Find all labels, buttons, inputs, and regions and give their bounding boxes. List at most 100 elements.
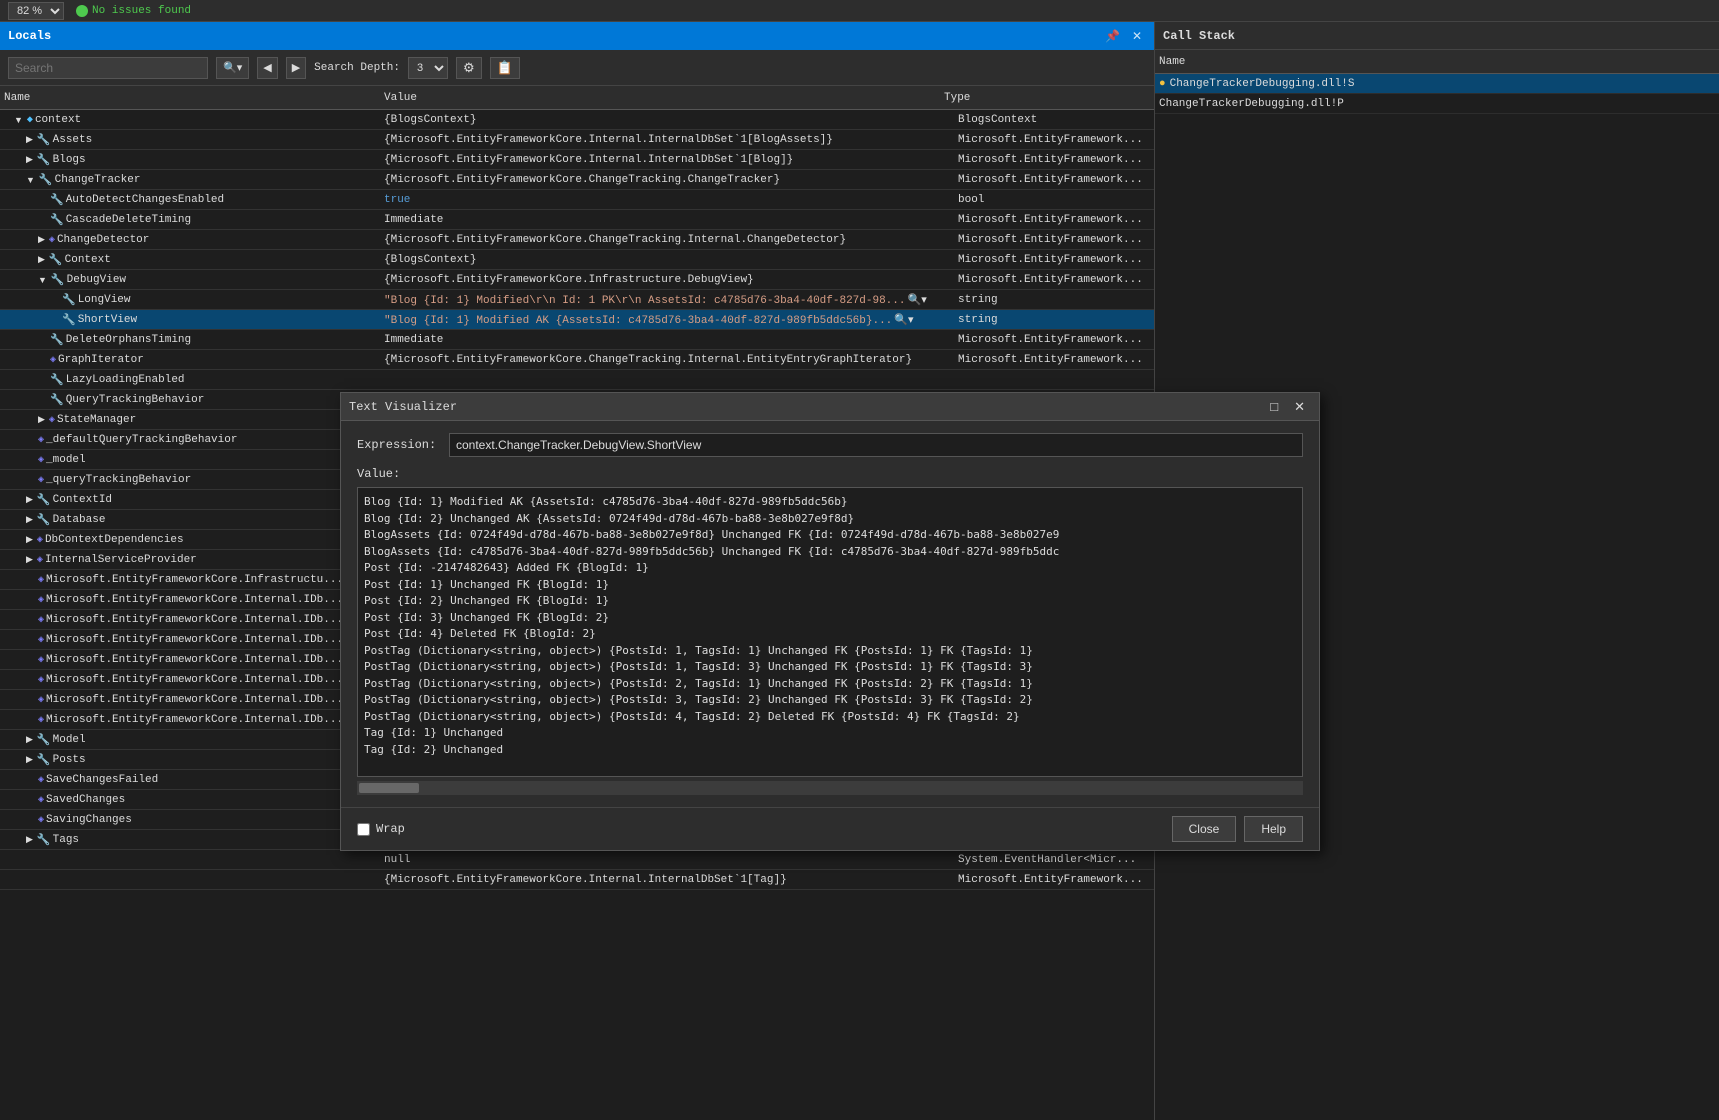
wrench-icon: 🔧 xyxy=(37,133,51,147)
row-value-cell: null xyxy=(380,854,954,866)
table-row[interactable]: 🔧 ShortView"Blog {Id: 1} Modified AK {As… xyxy=(0,310,1154,330)
expand-btn[interactable]: ▶ xyxy=(24,134,35,145)
table-row[interactable]: 🔧 DeleteOrphansTimingImmediateMicrosoft.… xyxy=(0,330,1154,350)
nav-back-btn[interactable]: ◀ xyxy=(257,57,277,79)
row-name-text: ChangeDetector xyxy=(57,234,149,246)
row-type-cell: string xyxy=(954,294,1154,306)
search-button[interactable]: 🔍▾ xyxy=(216,57,249,79)
table-row[interactable]: ▼🔧 ChangeTracker{Microsoft.EntityFramewo… xyxy=(0,170,1154,190)
table-row[interactable]: {Microsoft.EntityFrameworkCore.Internal.… xyxy=(0,870,1154,890)
wrench-icon: 🔧 xyxy=(37,753,51,767)
expand-btn[interactable]: ▶ xyxy=(24,834,35,845)
callstack-row[interactable]: ●ChangeTrackerDebugging.dll!S xyxy=(1155,74,1719,94)
expand-btn[interactable]: ▼ xyxy=(24,175,37,185)
close-btn[interactable]: Close xyxy=(1172,816,1237,842)
text-visualizer-modal[interactable]: Text Visualizer □ ✕ Expression: Value: xyxy=(340,392,1320,851)
row-name-text: Microsoft.EntityFrameworkCore.Infrastruc… xyxy=(46,574,343,586)
expand-btn[interactable]: ▶ xyxy=(24,514,35,525)
row-value-cell: {BlogsContext} xyxy=(380,114,954,126)
row-name-cell: ▶🔧 Assets xyxy=(0,133,380,147)
expression-input[interactable] xyxy=(449,433,1303,457)
table-row[interactable]: 🔧 LazyLoadingEnabled xyxy=(0,370,1154,390)
row-name-text: _defaultQueryTrackingBehavior xyxy=(46,434,237,446)
expand-btn[interactable]: ▼ xyxy=(36,275,49,285)
wrench-icon: 🔧 xyxy=(37,733,51,747)
zoom-select[interactable]: 82 % xyxy=(8,2,64,20)
modal-body: Expression: Value: xyxy=(341,421,1319,807)
row-name-text: DbContextDependencies xyxy=(45,534,184,546)
table-row[interactable]: ▶🔧 Assets{Microsoft.EntityFrameworkCore.… xyxy=(0,130,1154,150)
row-type-cell: Microsoft.EntityFramework... xyxy=(954,254,1154,266)
wrench-icon: 🔧 xyxy=(50,213,64,227)
row-value-cell: true xyxy=(380,194,954,206)
row-type-cell: Microsoft.EntityFramework... xyxy=(954,354,1154,366)
wrap-checkbox[interactable] xyxy=(357,823,370,836)
diamond-icon: ◈ xyxy=(38,674,44,686)
expand-btn[interactable]: ▶ xyxy=(24,554,35,565)
row-value-cell: {Microsoft.EntityFrameworkCore.Internal.… xyxy=(380,134,954,146)
status-dot xyxy=(76,5,88,17)
row-type-cell: string xyxy=(954,314,1154,326)
wrench-icon: 🔧 xyxy=(62,293,76,307)
modal-maximize-btn[interactable]: □ xyxy=(1264,399,1284,415)
table-row[interactable]: nullSystem.EventHandler<Micr... xyxy=(0,850,1154,870)
tool-btn-1[interactable]: ⚙ xyxy=(456,57,482,79)
close-panel-btn[interactable]: ✕ xyxy=(1128,27,1146,45)
row-name-text: ChangeTracker xyxy=(55,174,141,186)
magnifier-btn[interactable]: 🔍▾ xyxy=(906,293,929,306)
expand-btn[interactable]: ▶ xyxy=(36,414,47,425)
diamond-icon: ◈ xyxy=(38,574,44,586)
tool-btn-2[interactable]: 📋 xyxy=(490,57,520,79)
wrap-label: Wrap xyxy=(376,822,405,836)
expand-btn[interactable]: ▶ xyxy=(36,234,47,245)
table-row[interactable]: 🔧 LongView"Blog {Id: 1} Modified\r\n Id:… xyxy=(0,290,1154,310)
depth-select[interactable]: 3 1 2 5 xyxy=(408,57,448,79)
diamond-icon: ◈ xyxy=(38,454,44,466)
wrap-checkbox-label[interactable]: Wrap xyxy=(357,822,405,836)
value-textarea[interactable] xyxy=(357,487,1303,777)
table-row[interactable]: ▶🔧 Blogs{Microsoft.EntityFrameworkCore.I… xyxy=(0,150,1154,170)
row-type-cell: bool xyxy=(954,194,1154,206)
table-row[interactable]: ◈ GraphIterator{Microsoft.EntityFramewor… xyxy=(0,350,1154,370)
callstack-col-header: Name xyxy=(1155,50,1719,74)
row-name-cell: ◈ Microsoft.EntityFrameworkCore.Internal… xyxy=(0,654,380,666)
pin-icon-btn[interactable]: 📌 xyxy=(1101,27,1124,45)
row-name-text: SavedChanges xyxy=(46,794,125,806)
expand-btn[interactable]: ▶ xyxy=(24,154,35,165)
diamond-icon: ◈ xyxy=(38,694,44,706)
table-row[interactable]: 🔧 CascadeDeleteTimingImmediateMicrosoft.… xyxy=(0,210,1154,230)
modal-close-btn[interactable]: ✕ xyxy=(1288,399,1311,415)
expand-btn[interactable]: ▶ xyxy=(24,494,35,505)
col-header-value: Value xyxy=(380,92,940,104)
callstack-row[interactable]: ChangeTrackerDebugging.dll!P xyxy=(1155,94,1719,114)
row-name-text: Model xyxy=(53,734,86,746)
expand-btn[interactable]: ▶ xyxy=(24,534,35,545)
table-row[interactable]: 🔧 AutoDetectChangesEnabledtruebool xyxy=(0,190,1154,210)
expand-btn[interactable]: ▶ xyxy=(36,254,47,265)
row-name-text: Microsoft.EntityFrameworkCore.Internal.I… xyxy=(46,674,343,686)
expand-btn[interactable]: ▼ xyxy=(12,115,25,125)
row-name-cell: 🔧 LazyLoadingEnabled xyxy=(0,373,380,387)
expand-btn[interactable]: ▶ xyxy=(24,734,35,745)
callstack-header: Call Stack xyxy=(1155,22,1719,50)
callstack-col-name: Name xyxy=(1159,56,1185,68)
row-name-cell: 🔧 AutoDetectChangesEnabled xyxy=(0,193,380,207)
table-row[interactable]: ▶🔧 Context{BlogsContext}Microsoft.Entity… xyxy=(0,250,1154,270)
modal-title-btns: □ ✕ xyxy=(1264,399,1311,415)
nav-forward-btn[interactable]: ▶ xyxy=(286,57,306,79)
table-row[interactable]: ▼🔧 DebugView{Microsoft.EntityFrameworkCo… xyxy=(0,270,1154,290)
row-name-cell: ▶🔧 ContextId xyxy=(0,493,380,507)
search-input[interactable] xyxy=(8,57,208,79)
row-value-cell: {Microsoft.EntityFrameworkCore.ChangeTra… xyxy=(380,174,954,186)
row-name-text: Microsoft.EntityFrameworkCore.Internal.I… xyxy=(46,594,343,606)
expand-btn[interactable]: ▶ xyxy=(24,754,35,765)
row-value-cell: Immediate xyxy=(380,334,954,346)
row-type-cell: System.EventHandler<Micr... xyxy=(954,854,1154,866)
table-row[interactable]: ▼◆ context{BlogsContext}BlogsContext xyxy=(0,110,1154,130)
help-btn[interactable]: Help xyxy=(1244,816,1303,842)
diamond-icon: ◈ xyxy=(38,614,44,626)
hscroll-bar[interactable] xyxy=(357,781,1303,795)
table-row[interactable]: ▶◈ ChangeDetector{Microsoft.EntityFramew… xyxy=(0,230,1154,250)
row-name-text: Microsoft.EntityFrameworkCore.Internal.I… xyxy=(46,714,343,726)
magnifier-btn[interactable]: 🔍▾ xyxy=(892,313,915,326)
